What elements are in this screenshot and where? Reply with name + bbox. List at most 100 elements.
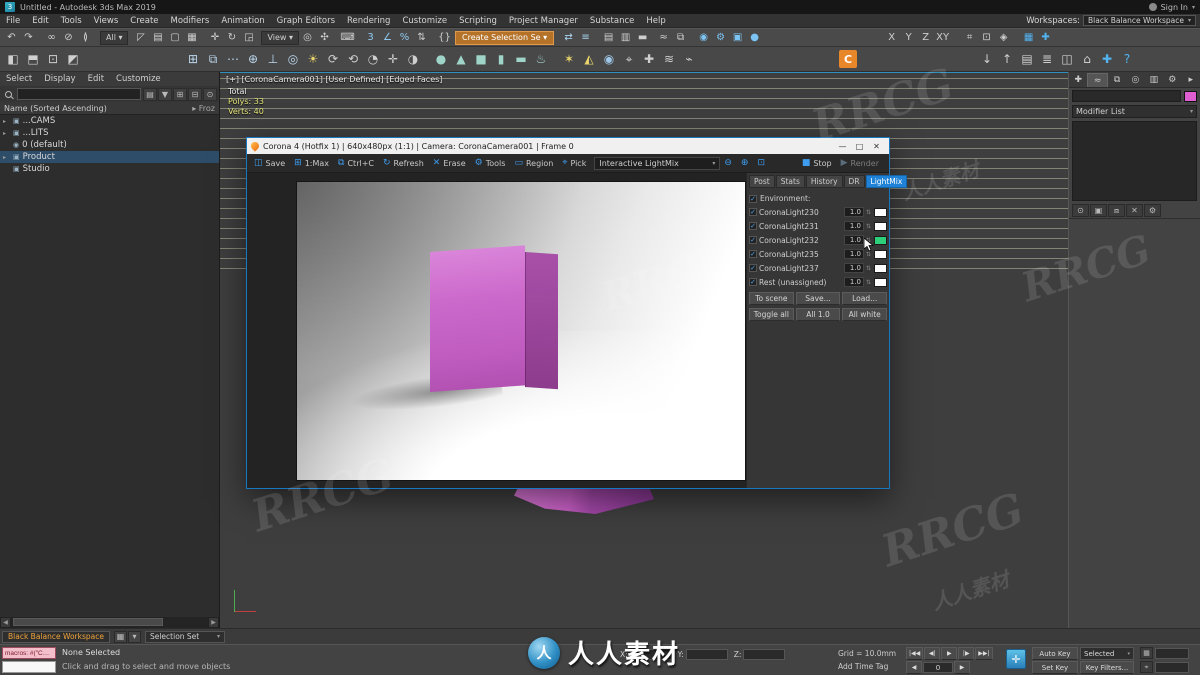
snaps-toggle-icon[interactable]: ⌗: [961, 30, 978, 46]
light-checkbox[interactable]: ✓: [749, 264, 757, 272]
misc-blue-icon[interactable]: ▦: [1020, 30, 1037, 46]
sphere-primitive-icon[interactable]: ●: [431, 49, 451, 69]
mini-field-bottom[interactable]: [1155, 662, 1189, 673]
light-checkbox[interactable]: ✓: [749, 278, 757, 286]
light-intensity-field[interactable]: 1.0: [844, 235, 864, 245]
region-button[interactable]: ▭ Region: [510, 156, 557, 171]
percent-snap-icon[interactable]: %: [396, 30, 413, 46]
light-create-icon[interactable]: ✶: [559, 49, 579, 69]
render-setup-icon[interactable]: ⚙: [712, 30, 729, 46]
angle-snap-icon[interactable]: ∠: [379, 30, 396, 46]
minimize-button[interactable]: —: [834, 139, 851, 153]
rotate-cw-icon[interactable]: ⟳: [323, 49, 343, 69]
layer-manager-icon[interactable]: ≣: [1037, 49, 1057, 69]
selection-set-dropdown[interactable]: Selection Set ▾: [145, 631, 225, 643]
scrollbar-thumb[interactable]: [13, 618, 163, 626]
light-intensity-field[interactable]: 1.0: [844, 221, 864, 231]
rotate-ccw-icon[interactable]: ⟲: [343, 49, 363, 69]
lightmix-button[interactable]: Save...: [796, 292, 841, 305]
menu-item[interactable]: Help: [640, 14, 671, 27]
refresh-button[interactable]: ↻ Refresh: [379, 156, 428, 171]
set-key-button[interactable]: Set Key: [1032, 661, 1078, 674]
stop-button[interactable]: ■ Stop: [798, 156, 836, 171]
tab-modify[interactable]: ≈: [1087, 73, 1107, 87]
ortho-icon[interactable]: ◈: [995, 30, 1012, 46]
zoom-in-icon[interactable]: ⊕: [737, 156, 753, 171]
named-selection-set-field[interactable]: Create Selection Se ▾: [455, 31, 554, 45]
light-color-swatch[interactable]: [874, 222, 887, 231]
plane-primitive-icon[interactable]: ▬: [511, 49, 531, 69]
select-link-icon[interactable]: ∞: [43, 30, 60, 46]
select-parent-icon[interactable]: ↑: [997, 49, 1017, 69]
explorer-row[interactable]: ▸ ▣ Product: [0, 151, 219, 163]
ref-coord-dropdown[interactable]: View ▾: [261, 31, 299, 45]
pin-explorer-icon[interactable]: ⊙: [203, 88, 217, 101]
light-checkbox[interactable]: ✓: [749, 208, 757, 216]
snapshot-icon[interactable]: ⧉: [203, 49, 223, 69]
name-column-header[interactable]: Name (Sorted Ascending): [4, 104, 107, 113]
lightmix-mode-dropdown[interactable]: Interactive LightMix ▾: [594, 157, 720, 170]
constraint-xy-button[interactable]: XY: [934, 30, 951, 46]
explorer-row[interactable]: ▸ ▣ ...CAMS: [0, 115, 219, 127]
menu-item[interactable]: Create: [124, 14, 164, 27]
grid-toggle-icon[interactable]: ⊡: [978, 30, 995, 46]
workspace-tag[interactable]: Black Balance Workspace: [2, 631, 110, 643]
filter-icon[interactable]: ▼: [158, 88, 172, 101]
scroll-left-icon[interactable]: ◀: [0, 617, 11, 628]
lightmix-button[interactable]: Toggle all: [749, 308, 794, 321]
light-intensity-field[interactable]: 1.0: [844, 263, 864, 273]
expand-all-icon[interactable]: ⊞: [173, 88, 187, 101]
rect-region-icon[interactable]: ▢: [166, 30, 183, 46]
coordinate-field[interactable]: [686, 649, 728, 660]
intensity-spinner[interactable]: ⇅: [866, 223, 872, 230]
frame-prev-button[interactable]: ◀: [906, 661, 922, 674]
light-intensity-field[interactable]: 1.0: [844, 277, 864, 287]
mini-target-icon[interactable]: ⌖: [1140, 661, 1153, 673]
corona-tab[interactable]: LightMix: [866, 175, 908, 188]
intensity-spinner[interactable]: ⇅: [866, 265, 872, 272]
lightmix-button[interactable]: Load...: [842, 292, 887, 305]
object-color-swatch[interactable]: [1184, 91, 1197, 102]
menu-item[interactable]: Tools: [55, 14, 88, 27]
key-filters-button[interactable]: Key Filters...: [1080, 661, 1134, 674]
list-view-icon[interactable]: ▤: [143, 88, 157, 101]
zoom-fit-icon[interactable]: ⊡: [753, 156, 769, 171]
coordinate-field[interactable]: [630, 649, 672, 660]
rotate-icon[interactable]: ↻: [223, 30, 240, 46]
align-icon[interactable]: ≡: [577, 30, 594, 46]
menu-item[interactable]: Customize: [396, 14, 453, 27]
ribbon-toggle-icon[interactable]: ▬: [634, 30, 651, 46]
teapot-primitive-icon[interactable]: ♨: [531, 49, 551, 69]
selection-filter-dropdown[interactable]: All ▾: [100, 31, 128, 45]
arc-rotate-icon[interactable]: ◔: [363, 49, 383, 69]
explorer-row[interactable]: ▣ Studio: [0, 163, 219, 175]
menu-item[interactable]: File: [0, 14, 26, 27]
configure-stack-icon[interactable]: ⚙: [1144, 204, 1161, 217]
intensity-spinner[interactable]: ⇅: [866, 279, 872, 286]
go-end-button[interactable]: ▶▶|: [975, 647, 992, 660]
play-button[interactable]: ▶: [941, 647, 957, 660]
maximize-button[interactable]: □: [851, 139, 868, 153]
spinner-snap-icon[interactable]: ⇅: [413, 30, 430, 46]
orbit-icon[interactable]: ◑: [403, 49, 423, 69]
mini-field-top[interactable]: [1155, 648, 1189, 659]
mirror-icon[interactable]: ⇄: [560, 30, 577, 46]
explorer-menu-item[interactable]: Display: [38, 74, 81, 84]
camera-create-icon[interactable]: ◉: [599, 49, 619, 69]
expand-arrow-icon[interactable]: ▸: [3, 154, 10, 161]
use-pivot-icon[interactable]: ◎: [299, 30, 316, 46]
menu-item[interactable]: Substance: [584, 14, 640, 27]
constraint-z-button[interactable]: Z: [917, 30, 934, 46]
scroll-right-icon[interactable]: ▶: [208, 617, 219, 628]
shade-toggle-icon[interactable]: ◩: [63, 49, 83, 69]
corona-tab[interactable]: Post: [749, 175, 775, 188]
remove-modifier-icon[interactable]: ✕: [1126, 204, 1143, 217]
array-icon[interactable]: ⊞: [183, 49, 203, 69]
snap-3d-icon[interactable]: 3: [362, 30, 379, 46]
isolate-selection-icon[interactable]: ✛: [1006, 649, 1026, 669]
select-child-icon[interactable]: ↓: [977, 49, 997, 69]
tab-display[interactable]: ▥: [1145, 73, 1163, 87]
tab-motion[interactable]: ◎: [1126, 73, 1144, 87]
show-end-result-icon[interactable]: ▣: [1090, 204, 1107, 217]
corona-tab[interactable]: DR: [844, 175, 865, 188]
